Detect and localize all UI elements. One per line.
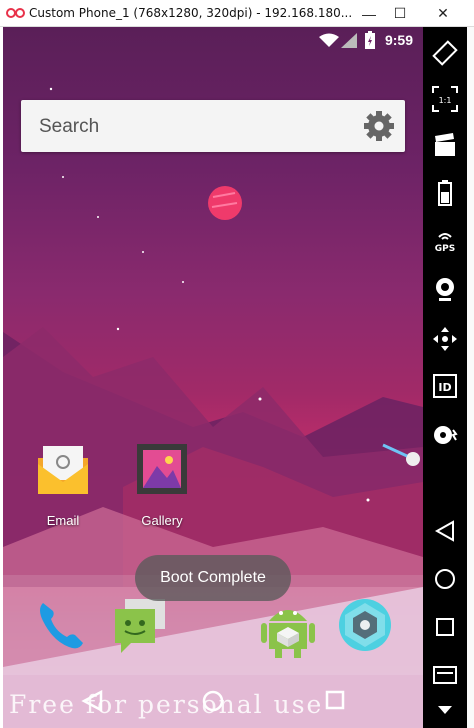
status-bar: 9:59 (3, 27, 423, 55)
screen-record-button[interactable] (430, 130, 460, 160)
emulator-toolbar: 1:1 GPS ID (423, 27, 467, 728)
toast-boot-complete: Boot Complete (135, 555, 291, 601)
gps-button[interactable]: GPS (430, 226, 460, 256)
battery-icon (438, 180, 452, 206)
back-icon (434, 520, 454, 542)
dpad-icon (433, 327, 457, 351)
id-button[interactable]: ID (430, 371, 460, 401)
messaging-icon[interactable] (111, 597, 167, 655)
app-email[interactable]: Email (23, 442, 103, 528)
more-button[interactable] (430, 695, 460, 725)
window-edge (467, 27, 474, 728)
id-label: ID (438, 381, 451, 394)
app-gallery[interactable]: Gallery (122, 442, 202, 528)
email-icon (38, 446, 88, 494)
screen-record-icon (435, 133, 455, 156)
media-icon (434, 426, 458, 444)
back-button[interactable] (430, 516, 460, 546)
battery-charging-icon (365, 31, 375, 49)
status-clock: 9:59 (384, 32, 413, 48)
scale-label: 1:1 (439, 96, 452, 105)
close-button[interactable]: ✕ (428, 0, 458, 27)
scale-1-1-button[interactable]: 1:1 (430, 84, 460, 114)
dpad-button[interactable] (430, 324, 460, 354)
window-titlebar: Custom Phone_1 (768x1280, 320dpi) - 192.… (0, 0, 474, 27)
recents-button[interactable] (430, 612, 460, 642)
app-label: Gallery (141, 513, 183, 528)
minimize-button[interactable]: — (354, 0, 384, 27)
battery-button[interactable] (430, 178, 460, 208)
wifi-icon (319, 33, 339, 47)
genymotion-logo-icon (6, 8, 25, 18)
id-icon: ID (433, 374, 457, 398)
android-screen[interactable]: 9:59 Search Email Gallery Boot Complete … (3, 27, 423, 728)
scale-1-1-icon: 1:1 (432, 86, 458, 112)
more-icon (438, 706, 452, 714)
camera-icon[interactable] (337, 597, 393, 653)
gear-icon[interactable] (363, 110, 395, 142)
webcam-icon (436, 278, 454, 301)
gps-label: GPS (435, 244, 455, 254)
menu-button[interactable] (430, 660, 460, 690)
phone-icon[interactable] (33, 597, 89, 653)
search-bar[interactable]: Search (21, 100, 405, 152)
home-icon (435, 569, 455, 589)
nav-recents-icon[interactable] (325, 690, 345, 710)
media-button[interactable] (430, 420, 460, 450)
rotate-icon (432, 40, 458, 66)
recents-icon (436, 618, 454, 636)
search-input[interactable]: Search (39, 116, 99, 138)
watermark-text: Free for personal use (9, 690, 324, 719)
android-store-icon[interactable] (259, 597, 317, 659)
home-button[interactable] (430, 564, 460, 594)
gallery-icon (137, 444, 187, 494)
window-title: Custom Phone_1 (768x1280, 320dpi) - 192.… (29, 6, 353, 20)
maximize-button[interactable]: ☐ (385, 0, 415, 27)
gps-icon: GPS (435, 233, 455, 254)
menu-icon (433, 666, 457, 684)
rotate-button[interactable] (430, 38, 460, 68)
webcam-button[interactable] (430, 275, 460, 305)
cell-signal-icon (341, 33, 357, 48)
app-label: Email (46, 513, 80, 528)
